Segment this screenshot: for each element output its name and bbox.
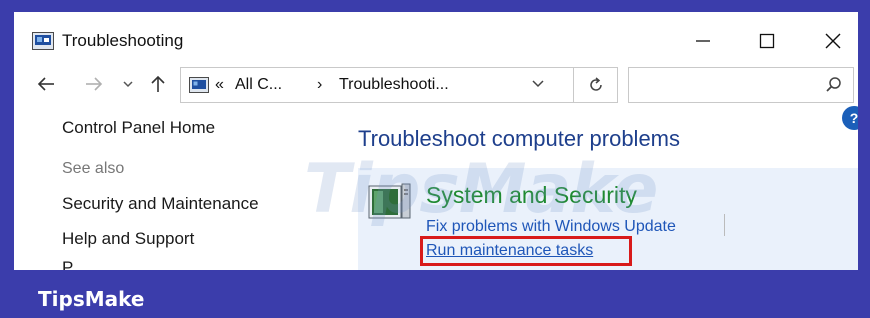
- refresh-icon: [589, 77, 602, 91]
- help-icon[interactable]: ?: [842, 106, 858, 130]
- security-and-maintenance-link[interactable]: Security and Maintenance: [62, 194, 259, 214]
- breadcrumb-all-control-panel[interactable]: All C...: [235, 76, 282, 94]
- partial-link-label: P: [62, 258, 74, 270]
- back-arrow-icon: [37, 77, 54, 91]
- main-pane: ? Troubleshoot computer problems System …: [358, 106, 858, 270]
- breadcrumb-separator[interactable]: ›: [317, 76, 322, 94]
- top-frame: [0, 0, 870, 12]
- search-icon: [826, 77, 841, 92]
- address-dropdown-button[interactable]: [531, 76, 545, 93]
- up-button[interactable]: [146, 72, 170, 96]
- refresh-button[interactable]: [573, 68, 617, 102]
- link-divider: [724, 214, 725, 236]
- forward-arrow-icon: [86, 77, 103, 91]
- minimize-button[interactable]: [680, 26, 726, 56]
- breadcrumb-troubleshooting[interactable]: Troubleshooti...: [339, 76, 449, 94]
- minimize-icon: [696, 40, 710, 42]
- title-bar[interactable]: Troubleshooting: [14, 12, 858, 58]
- maximize-icon: [759, 33, 775, 49]
- chevron-down-icon: [532, 80, 544, 88]
- address-bar[interactable]: « All C... › Troubleshooti...: [180, 67, 618, 103]
- left-pane: Control Panel Home See also Security and…: [14, 108, 354, 270]
- chevron-down-icon: [123, 81, 133, 88]
- control-panel-home-link[interactable]: Control Panel Home: [62, 118, 215, 138]
- brand-label: TipsMake: [38, 287, 145, 311]
- up-arrow-icon: [151, 75, 165, 92]
- maximize-button[interactable]: [744, 26, 790, 56]
- highlight-box: [420, 236, 632, 266]
- troubleshooting-window: Troubleshooting « All C... › Troubleshoo…: [14, 12, 858, 270]
- control-panel-icon: [32, 32, 54, 50]
- see-also-label: See also: [62, 160, 125, 177]
- forward-button[interactable]: [82, 72, 106, 96]
- fix-windows-update-link[interactable]: Fix problems with Windows Update: [426, 218, 676, 236]
- navigation-bar: « All C... › Troubleshooti...: [14, 64, 858, 106]
- search-input[interactable]: [628, 67, 854, 103]
- category-system-and-security: System and Security Fix problems with Wi…: [358, 168, 858, 270]
- help-and-support-link[interactable]: Help and Support: [62, 229, 194, 249]
- partial-link[interactable]: P: [62, 258, 82, 270]
- close-icon: [825, 33, 841, 49]
- back-button[interactable]: [34, 72, 58, 96]
- close-button[interactable]: [810, 26, 856, 56]
- page-title: Troubleshoot computer problems: [358, 126, 681, 151]
- system-and-security-icon[interactable]: [368, 182, 412, 220]
- recent-locations-button[interactable]: [116, 72, 140, 96]
- address-overflow-chevron[interactable]: «: [215, 76, 224, 94]
- control-panel-icon: [189, 77, 209, 93]
- brand-bar: TipsMake: [0, 270, 870, 318]
- window-title: Troubleshooting: [62, 31, 184, 50]
- category-title[interactable]: System and Security: [426, 182, 637, 209]
